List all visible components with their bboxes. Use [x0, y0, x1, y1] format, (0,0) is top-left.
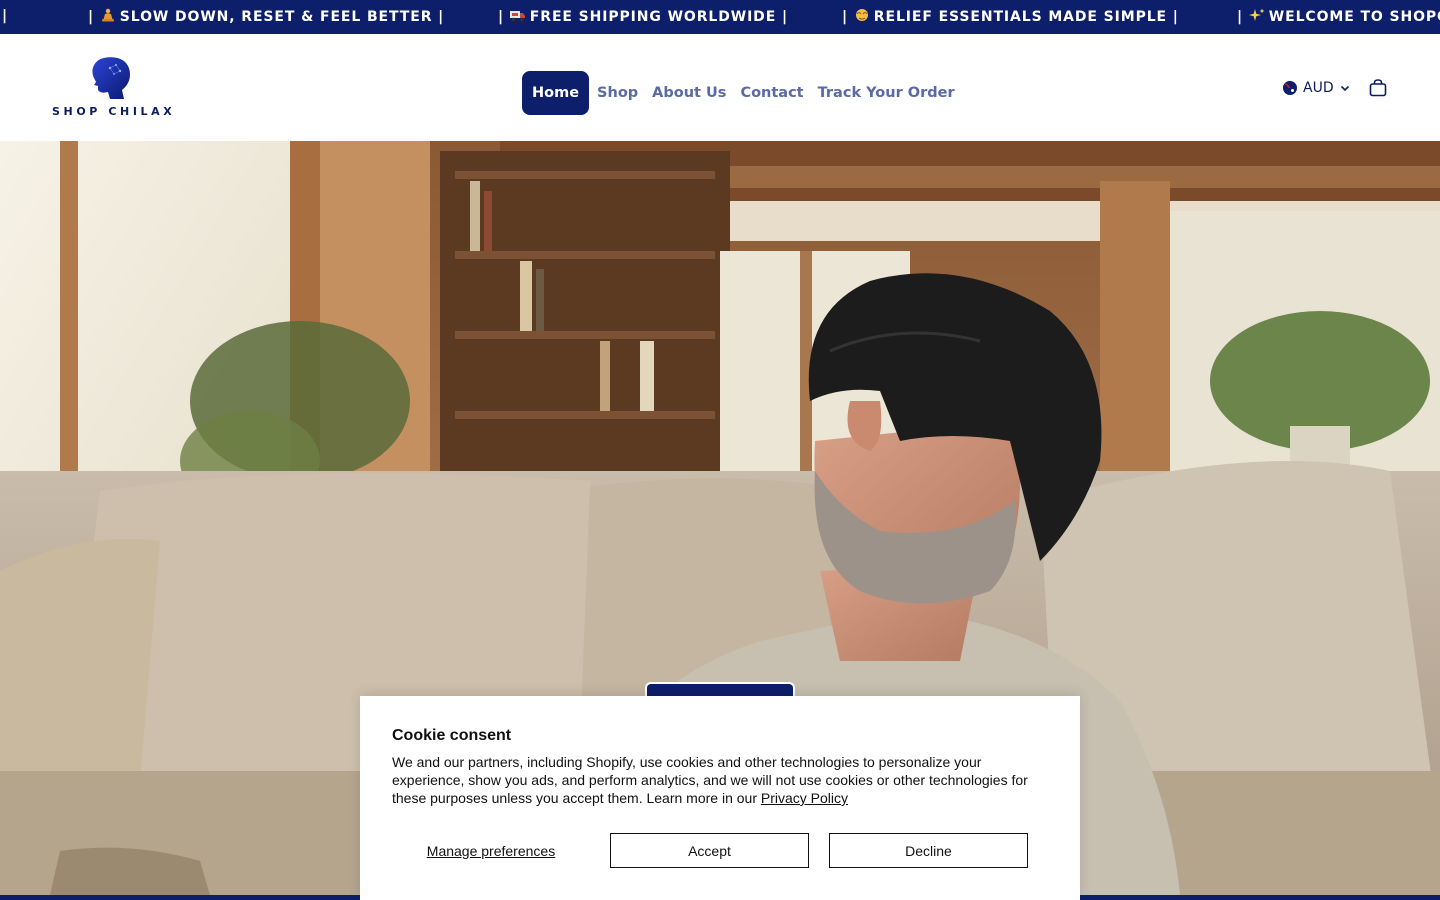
manage-preferences-button[interactable]: Manage preferences — [392, 833, 590, 868]
announcement-item-shipping: | FREE SHIPPING WORLDWIDE | — [498, 8, 788, 25]
cart-bag-icon[interactable] — [1368, 78, 1388, 98]
nav-about-us[interactable]: About Us — [646, 71, 732, 115]
announcement-item-welcome: | WELCOME TO SHOPCH — [1237, 8, 1440, 25]
relief-icon — [854, 8, 870, 22]
announcement-item-relief: | RELIEF ESSENTIALS MADE SIMPLE | — [842, 8, 1179, 25]
nav-home[interactable]: Home — [522, 71, 590, 115]
sparkles-icon — [1248, 8, 1265, 22]
cookie-title: Cookie consent — [392, 727, 512, 744]
chevron-down-icon — [1340, 85, 1349, 92]
site-header: SHOP CHILAX Home Shop About Us Contact T… — [0, 34, 1440, 141]
announcement-item-slow-down: | SLOW DOWN, RESET & FEEL BETTER | — [88, 8, 445, 25]
nav-shop[interactable]: Shop — [591, 71, 644, 115]
decline-button[interactable]: Decline — [829, 833, 1028, 868]
nav-contact[interactable]: Contact — [734, 71, 809, 115]
cookie-body-text: We and our partners, including Shopify, … — [392, 754, 1028, 806]
truck-icon — [509, 8, 526, 22]
announcement-divider: | — [2, 8, 9, 24]
privacy-policy-link[interactable]: Privacy Policy — [761, 790, 848, 806]
cookie-body: We and our partners, including Shopify, … — [392, 753, 1052, 807]
logo[interactable]: SHOP CHILAX — [50, 54, 172, 120]
announcement-bar: | | SLOW DOWN, RESET & FEEL BETTER | | F… — [0, 0, 1440, 34]
logo-head-icon — [92, 57, 130, 99]
accept-button[interactable]: Accept — [610, 833, 809, 868]
australia-flag-icon — [1283, 81, 1297, 95]
meditation-icon — [100, 8, 116, 22]
logo-text: SHOP CHILAX — [52, 105, 176, 118]
nav-track-order[interactable]: Track Your Order — [812, 71, 961, 115]
currency-label: AUD — [1303, 80, 1334, 96]
currency-selector[interactable]: AUD — [1283, 79, 1350, 97]
main-nav: Home Shop About Us Contact Track Your Or… — [522, 71, 961, 115]
cookie-consent-dialog: Cookie consent We and our partners, incl… — [360, 696, 1080, 900]
